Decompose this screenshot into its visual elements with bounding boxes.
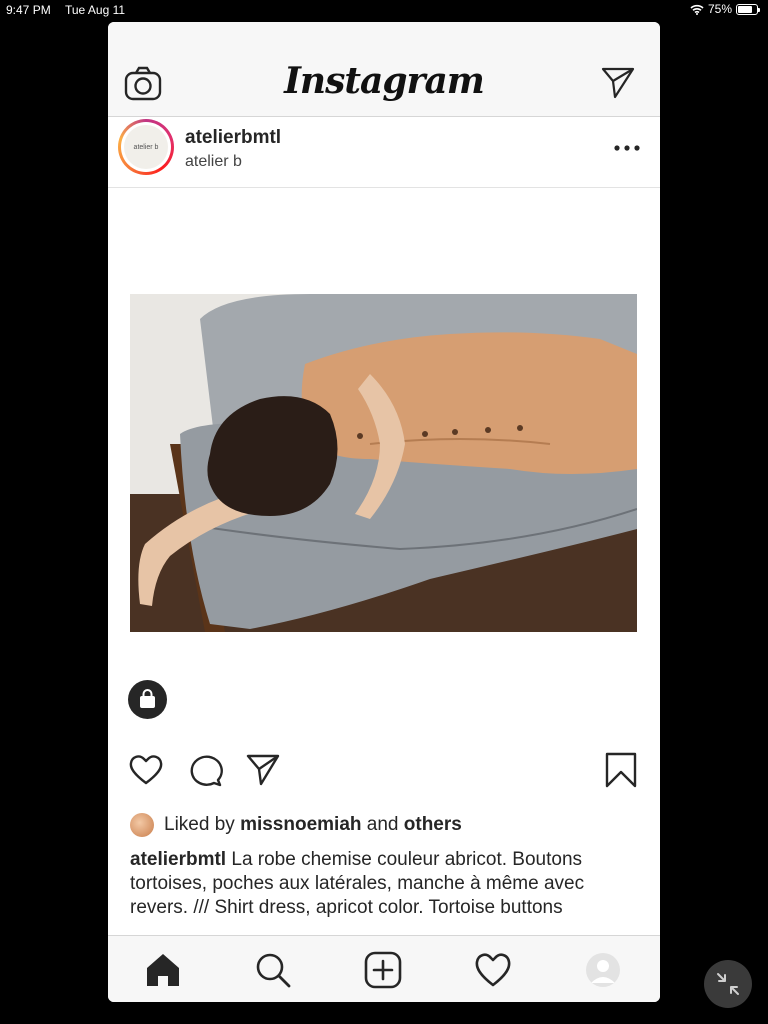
bottom-tab-bar — [108, 935, 660, 1002]
home-icon[interactable] — [143, 950, 183, 990]
shopping-bag-button[interactable] — [128, 680, 167, 719]
battery-percent: 75% — [707, 2, 732, 16]
more-dots-icon[interactable] — [612, 141, 642, 155]
avatar-text: atelier b — [133, 143, 159, 151]
shopping-bag-icon — [140, 689, 155, 708]
post-username[interactable]: atelierbmtl — [185, 127, 281, 149]
direct-message-icon[interactable] — [600, 65, 636, 101]
profile-avatar-icon[interactable] — [586, 953, 620, 987]
battery-icon — [736, 3, 760, 15]
likes-middle: and — [366, 814, 399, 835]
status-time: 9:47 PM — [6, 3, 51, 17]
likes-line: Liked by missnoemiah and others — [130, 812, 462, 838]
story-ring-avatar[interactable]: atelier b — [118, 119, 174, 175]
instagram-logo: Instagram — [284, 60, 485, 102]
likes-prefix: Liked by — [164, 814, 235, 835]
add-post-icon[interactable] — [363, 950, 403, 990]
post-image[interactable] — [130, 294, 637, 632]
status-bar: 9:47 PM Tue Aug 11 75% — [0, 0, 768, 20]
status-date: Tue Aug 11 — [65, 3, 126, 17]
collapse-arrows-icon — [717, 973, 739, 995]
post-fullname: atelier b — [185, 153, 242, 170]
liker-username[interactable]: missnoemiah — [240, 814, 361, 836]
share-paper-plane-icon[interactable] — [245, 752, 281, 788]
instagram-app: Instagram atelier b atelierbmtl atelier … — [108, 22, 660, 1002]
top-nav-bar: Instagram — [108, 22, 660, 117]
search-icon[interactable] — [253, 950, 293, 990]
liker-avatar[interactable] — [130, 813, 154, 837]
avatar: atelier b — [124, 125, 168, 169]
caption-username[interactable]: atelierbmtl — [130, 849, 226, 870]
status-right: 75% — [690, 2, 760, 16]
likes-others-link[interactable]: others — [404, 814, 462, 836]
like-heart-icon[interactable] — [128, 752, 164, 788]
activity-heart-icon[interactable] — [473, 950, 513, 990]
bookmark-icon[interactable] — [603, 752, 639, 788]
wifi-icon — [690, 4, 704, 15]
comment-icon[interactable] — [187, 752, 223, 788]
post-actions — [108, 752, 660, 796]
collapse-button[interactable] — [704, 960, 752, 1008]
post-photo-illustration — [130, 294, 637, 632]
post-caption: atelierbmtl La robe chemise couleur abri… — [130, 848, 630, 934]
post-header: atelier b atelierbmtl atelier b — [108, 117, 660, 188]
